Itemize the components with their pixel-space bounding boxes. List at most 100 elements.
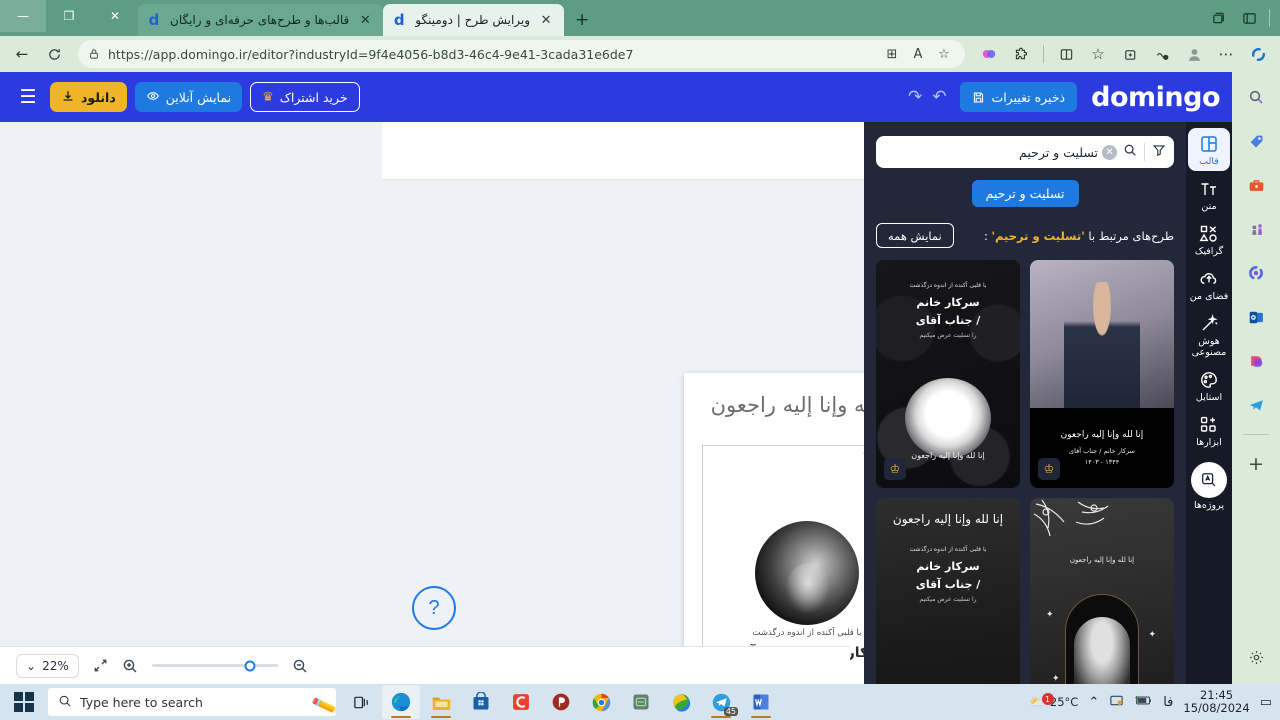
browser-tab-2[interactable]: d ویرایش طرح | دومینگو ✕ <box>383 4 565 36</box>
editor-body: لایه‌ها تنظیمات پس‌زمینه <box>0 122 1232 684</box>
onedrive-icon[interactable] <box>1109 693 1124 712</box>
language-indicator[interactable]: فا <box>1163 695 1173 710</box>
rail-item-graphic[interactable]: گرافیک <box>1188 218 1230 261</box>
domingo-logo[interactable]: domingo <box>1091 82 1220 113</box>
template-card-1[interactable]: إنا لله وإنا إليه راجعون سرکار خانم / جن… <box>1030 260 1174 488</box>
tab-search-icon[interactable] <box>1205 4 1233 32</box>
telegram-icon[interactable] <box>1241 390 1271 420</box>
template-grid-icon <box>1201 136 1217 152</box>
online-preview-button[interactable]: نمایش آنلاین <box>134 82 243 112</box>
weather-widget[interactable]: ⛅ 1 25°C <box>1030 693 1078 709</box>
rail-item-style[interactable]: استایل <box>1188 364 1230 407</box>
zoom-out-icon[interactable] <box>292 658 308 674</box>
template-flowers <box>882 670 1014 684</box>
profile-icon[interactable] <box>1180 40 1208 68</box>
sparkle-icon: ✦ <box>1046 610 1054 620</box>
potplayer-icon[interactable] <box>542 685 580 719</box>
tools-icon[interactable] <box>1241 170 1271 200</box>
refresh-icon[interactable] <box>40 40 68 68</box>
copilot-brain-icon[interactable] <box>975 40 1003 68</box>
search-input[interactable] <box>884 144 1098 160</box>
rail-item-projects[interactable]: پروژه‌ها <box>1188 456 1230 515</box>
clear-search-icon[interactable]: ✕ <box>1102 144 1117 160</box>
rail-item-myspace[interactable]: فضای من <box>1188 263 1230 306</box>
new-tab-button[interactable]: + <box>568 6 596 34</box>
show-all-button[interactable]: نمایش همه <box>876 223 954 248</box>
collections-icon[interactable] <box>1116 40 1144 68</box>
copilot-icon[interactable] <box>1241 258 1271 288</box>
read-aloud-icon[interactable]: A <box>907 43 929 65</box>
file-explorer-icon[interactable] <box>422 685 460 719</box>
weather-badge: 1 <box>1041 693 1054 705</box>
browser-essentials-icon[interactable] <box>1148 40 1176 68</box>
microsoft-store-icon[interactable] <box>462 685 500 719</box>
favorite-star-icon[interactable]: ☆ <box>933 43 955 65</box>
zoom-slider[interactable] <box>151 660 278 671</box>
template-card-3[interactable]: إنا لله وإنا إليه راجعون ✦ ✦ ✦ ✦ <box>1030 498 1174 684</box>
task-view-icon[interactable] <box>342 685 380 719</box>
rail-item-template[interactable]: قالب <box>1188 128 1230 171</box>
battery-icon[interactable] <box>1134 694 1153 711</box>
minimize-button[interactable]: — <box>0 0 46 32</box>
redo-icon[interactable]: ↷ <box>908 87 922 107</box>
word-icon[interactable] <box>742 685 780 719</box>
fit-screen-icon[interactable] <box>93 658 108 673</box>
close-button[interactable]: ✕ <box>92 0 138 32</box>
tab-actions-icon[interactable] <box>1235 4 1263 32</box>
filter-icon[interactable] <box>1152 143 1166 161</box>
zoom-in-icon[interactable] <box>122 658 138 674</box>
favorites-icon[interactable]: ☆ <box>1084 40 1112 68</box>
browser-tab-1[interactable]: d قالب‌ها و طرح‌های حرفه‌ای و رایگان ✕ <box>138 4 384 36</box>
related-header-row: طرح‌های مرتبط با 'تسلیت و ترحیم' : نمایش… <box>876 223 1174 248</box>
template-line2: سرکار خانم <box>916 560 980 573</box>
outlook-icon[interactable] <box>1241 302 1271 332</box>
idm-icon[interactable] <box>662 685 700 719</box>
download-button[interactable]: دانلود <box>50 82 127 112</box>
chevron-down-icon: ⌄ <box>26 658 37 673</box>
clock[interactable]: 21:45 15/08/2024 <box>1183 689 1249 715</box>
projects-icon <box>1191 462 1227 498</box>
add-sidebar-icon[interactable]: + <box>1241 449 1271 479</box>
zoom-level-selector[interactable]: ⌄ 22% <box>16 653 79 678</box>
help-button[interactable]: ? <box>412 586 456 630</box>
shopping-tag-icon[interactable] <box>1241 126 1271 156</box>
undo-icon[interactable]: ↶ <box>932 87 946 107</box>
omnibox-icons: ⊞ A ☆ <box>881 43 955 65</box>
template-card-4[interactable]: إنا لله وإنا إليه راجعون با قلبی آکنده ا… <box>876 498 1020 684</box>
extensions-icon[interactable] <box>1007 40 1035 68</box>
back-icon[interactable]: ← <box>8 40 36 68</box>
taskbar-search[interactable]: Type here to search ✏️ <box>48 688 336 716</box>
designer-icon[interactable] <box>1241 346 1271 376</box>
zoom-slider-knob[interactable] <box>244 660 256 671</box>
search-tag-button[interactable]: تسلیت و ترحیم <box>971 180 1079 207</box>
rail-item-text[interactable]: متن <box>1188 173 1230 216</box>
rail-item-ai[interactable]: هوش مصنوعی <box>1188 308 1230 362</box>
games-icon[interactable] <box>1241 214 1271 244</box>
tab-close-icon[interactable]: ✕ <box>357 12 373 28</box>
restore-button[interactable]: ❐ <box>46 0 92 32</box>
tab-close-icon[interactable]: ✕ <box>538 12 554 28</box>
search-icon[interactable] <box>1241 82 1271 112</box>
camtasia-icon[interactable] <box>502 685 540 719</box>
chrome-icon[interactable] <box>582 685 620 719</box>
settings-more-icon[interactable]: ⋯ <box>1212 40 1240 68</box>
rail-item-tools[interactable]: ابزارها <box>1188 409 1230 452</box>
app-green-icon[interactable] <box>622 685 660 719</box>
tab-title: قالب‌ها و طرح‌های حرفه‌ای و رایگان <box>170 13 350 27</box>
gear-icon[interactable] <box>1248 649 1265 670</box>
notification-center-icon[interactable]: ▭ <box>1260 695 1272 710</box>
telegram-icon[interactable]: 45 <box>702 685 740 719</box>
hamburger-menu-icon[interactable]: ☰ <box>14 83 42 111</box>
buy-subscription-button[interactable]: خرید اشتراک ♛ <box>250 82 360 112</box>
address-bar[interactable]: https://app.domingo.ir/editor?industryId… <box>78 40 965 68</box>
start-button[interactable] <box>0 684 48 720</box>
show-hidden-icons-chevron[interactable]: ⌃ <box>1088 695 1099 710</box>
edge-icon[interactable] <box>382 685 420 719</box>
copilot-icon[interactable] <box>1244 40 1272 68</box>
split-screen-icon[interactable] <box>1052 40 1080 68</box>
split-screen-icon[interactable]: ⊞ <box>881 43 903 65</box>
canvas-portrait-photo[interactable] <box>755 521 859 625</box>
search-icon[interactable] <box>1123 143 1137 161</box>
save-changes-button[interactable]: ذخیره تغییرات <box>960 82 1078 112</box>
template-card-2[interactable]: با قلبی آکنده از اندوه درگذشت سرکار خانم… <box>876 260 1020 488</box>
